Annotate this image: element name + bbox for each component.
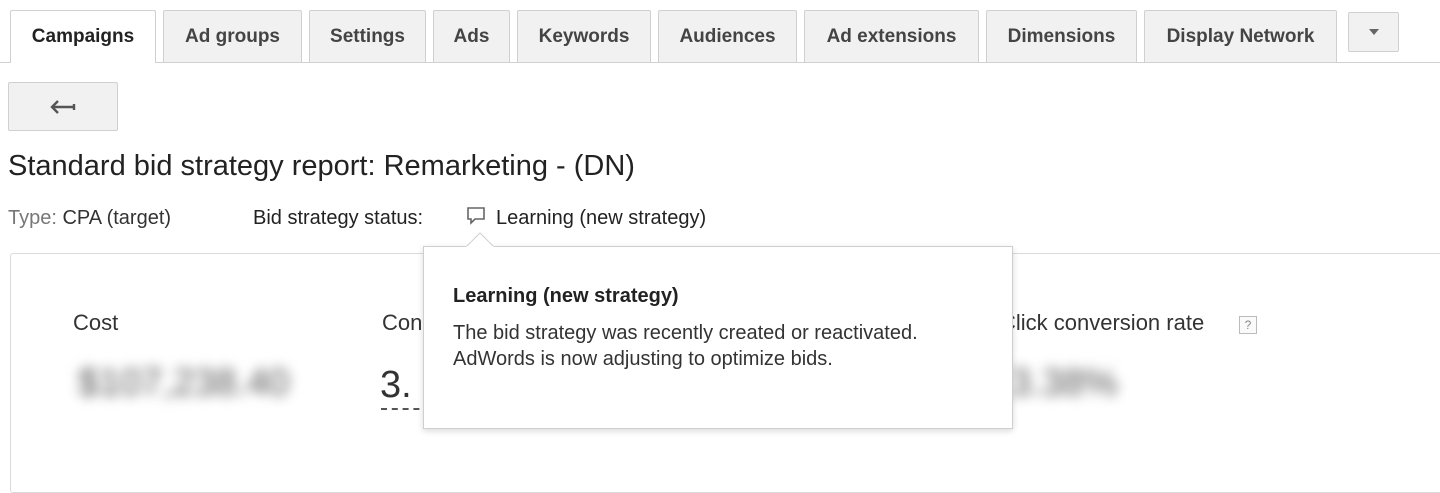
tab-ads[interactable]: Ads <box>433 10 510 62</box>
comment-icon[interactable] <box>466 206 486 226</box>
bid-strategy-status-value[interactable]: Learning (new strategy) <box>496 207 706 230</box>
tab-dimensions[interactable]: Dimensions <box>986 10 1137 62</box>
conversions-value[interactable]: 3. <box>380 364 412 407</box>
tab-campaigns[interactable]: Campaigns <box>10 10 156 63</box>
tab-ad-extensions[interactable]: Ad extensions <box>804 10 979 62</box>
page-title: Standard bid strategy report: Remarketin… <box>8 150 635 182</box>
status-tooltip: Learning (new strategy) The bid strategy… <box>423 246 1013 429</box>
click-conversion-rate-value-blurred: 3.38% <box>1010 362 1118 404</box>
type-label: Type: CPA (target) <box>8 207 171 230</box>
tooltip-title: Learning (new strategy) <box>453 285 679 307</box>
tooltip-arrow <box>466 232 494 248</box>
tab-display-network[interactable]: Display Network <box>1144 10 1337 62</box>
cost-label: Cost <box>73 310 119 335</box>
click-conversion-rate-label: Click conversion rate <box>1000 310 1205 335</box>
back-button[interactable] <box>8 82 118 131</box>
back-arrow-icon <box>50 99 76 114</box>
tab-settings[interactable]: Settings <box>309 10 426 62</box>
bid-strategy-status-label: Bid strategy status: <box>253 207 424 229</box>
tab-keywords[interactable]: Keywords <box>517 10 651 62</box>
tab-ad-groups[interactable]: Ad groups <box>163 10 302 62</box>
conversions-label: Con <box>382 310 423 335</box>
tab-bar-divider <box>0 62 1440 63</box>
cost-value-blurred: $107,238.40 <box>78 362 290 404</box>
caret-down-icon <box>1368 29 1379 35</box>
tab-bar: Campaigns Ad groups Settings Ads Keyword… <box>0 0 1440 64</box>
type-value: CPA (target) <box>62 207 172 229</box>
type-key: Type: <box>8 207 57 229</box>
tooltip-body: The bid strategy was recently created or… <box>453 322 918 370</box>
tab-audiences[interactable]: Audiences <box>658 10 797 62</box>
help-icon[interactable]: ? <box>1239 316 1257 334</box>
more-tabs-button[interactable] <box>1348 12 1399 52</box>
